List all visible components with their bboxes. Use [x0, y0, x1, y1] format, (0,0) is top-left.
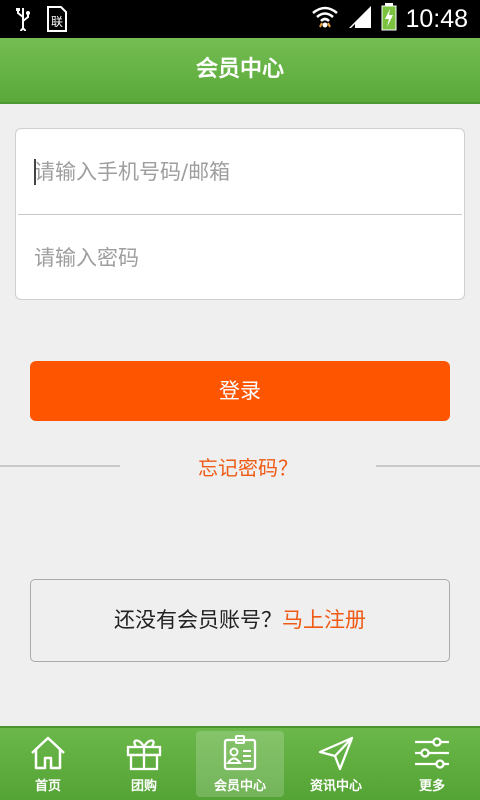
nav-item-member-center[interactable]: 会员中心 [192, 728, 288, 800]
nav-label-home: 首页 [34, 779, 61, 794]
nav-label-member-center: 会员中心 [213, 779, 266, 794]
nav-item-more[interactable]: 更多 [384, 728, 480, 800]
login-form [15, 128, 465, 300]
nav-item-group-buy[interactable]: 团购 [96, 728, 192, 800]
divider-line-left [0, 465, 120, 467]
nav-item-news-center[interactable]: 资讯中心 [288, 728, 384, 800]
usb-icon [14, 7, 32, 35]
svg-text:联: 联 [51, 15, 63, 29]
bottom-nav: 首页 团购 会员中心 资讯中心 更多 [0, 726, 480, 800]
password-field-wrapper [16, 215, 464, 300]
phone-email-field-wrapper [16, 129, 464, 214]
send-icon [318, 736, 354, 771]
signal-icon [347, 4, 373, 34]
phone-email-input[interactable] [34, 129, 454, 214]
clock: 10:48 [405, 4, 468, 33]
login-button[interactable]: 登录 [30, 361, 450, 421]
page-title: 会员中心 [195, 57, 284, 82]
sim-icon: 联 [46, 6, 68, 36]
battery-charging-icon [381, 3, 397, 35]
password-input[interactable] [34, 215, 454, 300]
nav-label-more: 更多 [418, 779, 445, 794]
nav-item-home[interactable]: 首页 [0, 728, 96, 800]
register-box: 还没有会员账号？马上注册 [30, 579, 450, 662]
text-cursor [34, 159, 36, 185]
status-bar: 联 10:48 [0, 0, 480, 38]
wifi-icon [311, 5, 339, 33]
forgot-password-link[interactable]: 忘记密码？ [120, 452, 376, 481]
nav-label-news-center: 资讯中心 [309, 779, 362, 794]
home-icon [31, 736, 65, 770]
register-link[interactable]: 马上注册 [282, 608, 366, 632]
register-prompt: 还没有会员账号？ [114, 608, 282, 632]
app-header: 会员中心 [0, 38, 480, 104]
member-card-icon [223, 735, 257, 771]
gift-icon [126, 739, 162, 771]
nav-label-group-buy: 团购 [130, 779, 157, 794]
sliders-icon [415, 737, 449, 769]
divider-line-right [376, 465, 480, 467]
